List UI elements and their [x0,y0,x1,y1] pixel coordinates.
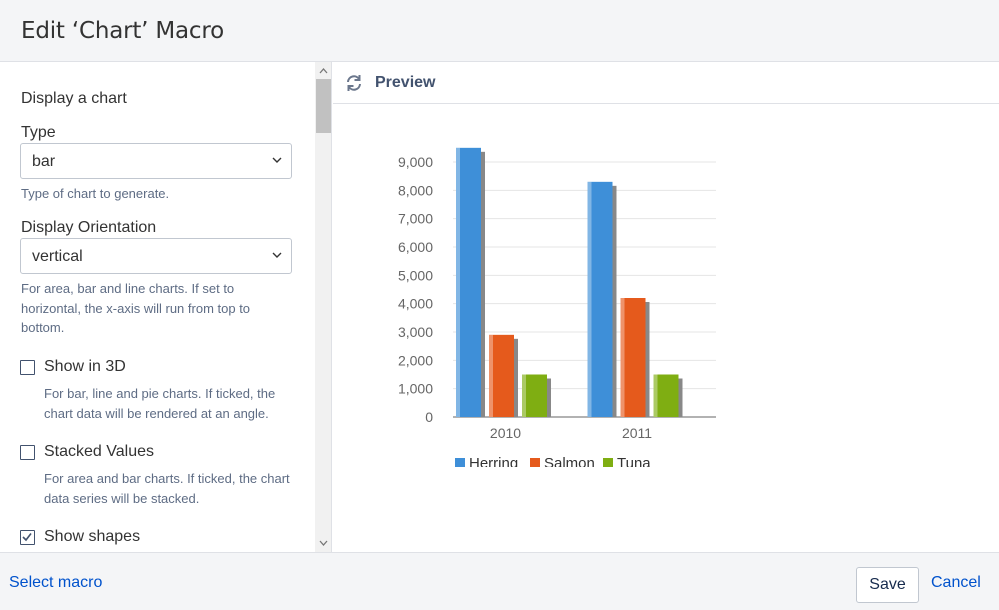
orientation-select-value: vertical [32,248,83,265]
bar-chart: 0 1,000 2,000 3,000 4,000 5,000 6,000 7,000 8,00… [398,147,716,467]
y-tick-label: 7,000 [398,211,433,227]
y-tick-label: 9,000 [398,154,433,170]
chevron-down-icon [272,252,282,258]
legend-label: Salmon [544,455,595,467]
bar-highlight [456,147,460,418]
show-3d-checkbox[interactable] [20,360,35,375]
macro-options-panel: Display a chart Type bar Type of chart t… [0,62,315,552]
show-3d-label: Show in 3D [44,358,126,375]
bar-highlight [653,374,658,417]
checkmark-icon [22,533,32,542]
legend-swatch [530,458,540,467]
orientation-select[interactable]: vertical [20,238,292,274]
legend-swatch [455,458,465,467]
bar-highlight [522,374,526,417]
options-scrollbar[interactable] [315,62,332,552]
y-tick-label: 1,000 [398,381,433,397]
stacked-values-help: For area and bar charts. If ticked, the … [44,471,290,506]
scroll-up-arrow-icon[interactable] [315,64,332,78]
x-tick-label: 2010 [490,425,521,441]
y-tick-label: 3,000 [398,324,433,340]
y-tick-label: 2,000 [398,352,433,368]
orientation-help: For area, bar and line charts. If set to… [21,281,251,335]
bar-highlight [489,334,493,417]
type-label: Type [21,124,56,141]
save-button[interactable]: Save [856,567,919,603]
stacked-values-checkbox[interactable] [20,445,35,460]
type-help: Type of chart to generate. [21,186,170,201]
orientation-label: Display Orientation [21,219,157,236]
legend-label: Herring [469,455,518,467]
dialog-header: Edit ‘Chart’ Macro [0,0,999,62]
bar-highlight [620,298,625,417]
preview-toolbar: Preview [333,62,999,104]
refresh-icon[interactable] [344,73,364,93]
show-shapes-checkbox[interactable] [20,530,35,545]
y-tick-label: 4,000 [398,296,433,312]
chevron-down-icon [272,157,282,163]
preview-panel: Preview 0 1,000 2,000 3,000 4,000 5,000 6,000 7… [333,62,999,552]
type-select-value: bar [32,153,56,170]
y-tick-label: 6,000 [398,239,433,255]
show-shapes-label: Show shapes [44,528,141,545]
stacked-values-label: Stacked Values [44,443,154,460]
show-3d-help: For bar, line and pie charts. If ticked,… [44,386,276,421]
cancel-link[interactable]: Cancel [931,574,981,592]
y-tick-label: 0 [425,409,433,425]
preview-title: Preview [375,74,436,91]
legend-swatch [603,458,613,467]
type-select[interactable]: bar [20,143,292,179]
scroll-down-arrow-icon[interactable] [315,536,332,550]
form-heading: Display a chart [21,90,127,107]
x-tick-label: 2011 [622,425,652,441]
dialog-footer: Select macro Save Cancel [0,552,999,610]
dialog-title: Edit ‘Chart’ Macro [21,18,224,44]
y-tick-label: 5,000 [398,267,433,283]
y-tick-label: 8,000 [398,182,433,198]
scroll-thumb[interactable] [316,79,331,133]
select-macro-link[interactable]: Select macro [9,574,102,592]
legend-label: Tuna [617,455,651,467]
bar-highlight [587,181,592,417]
